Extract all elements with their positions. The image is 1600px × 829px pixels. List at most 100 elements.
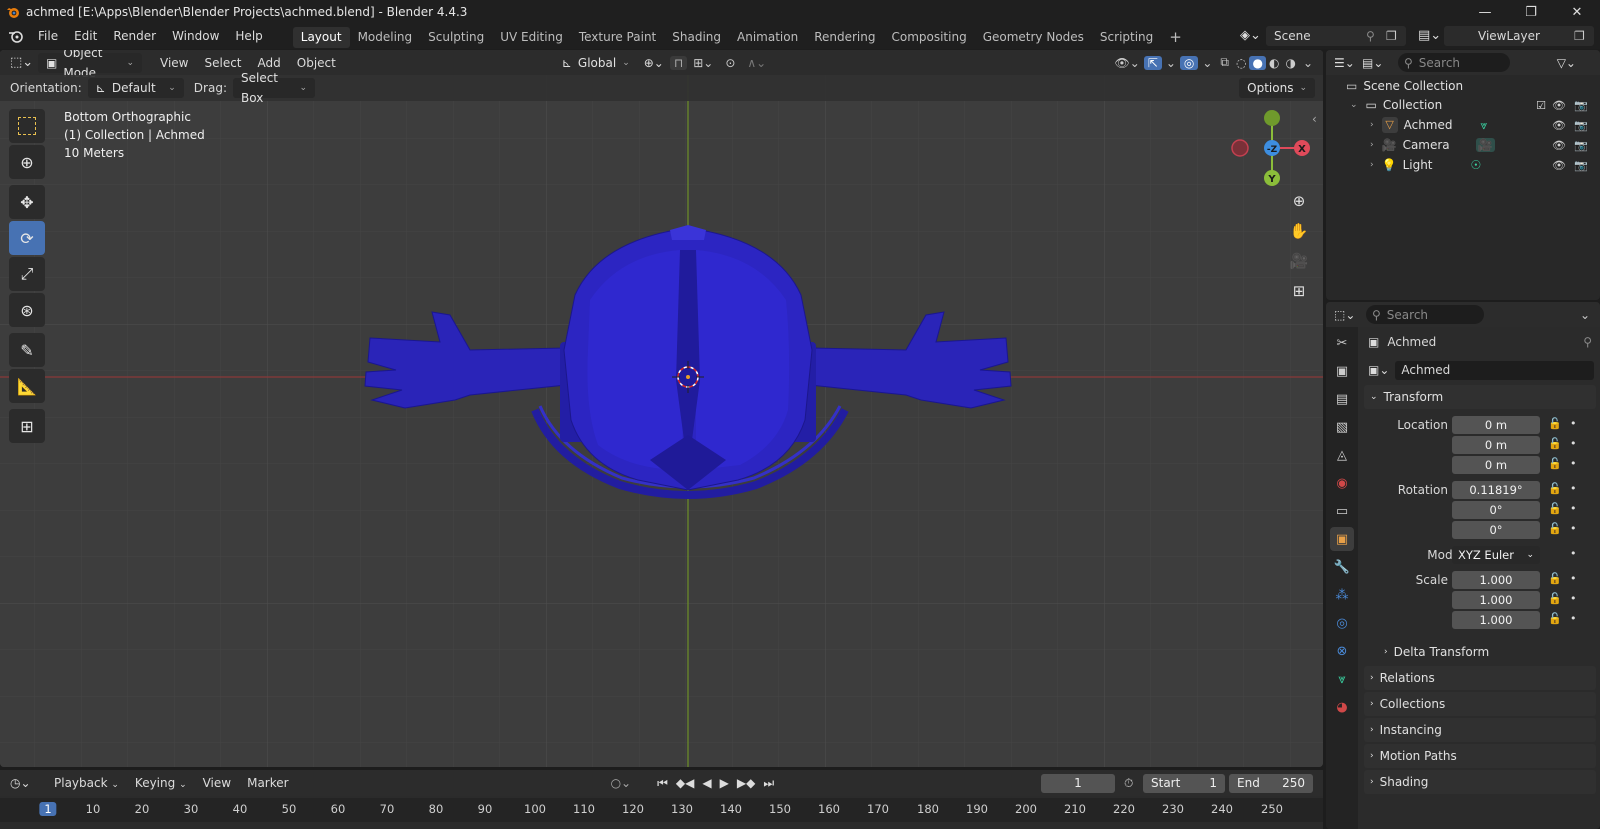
render-camera-icon[interactable]: 📷: [1574, 139, 1588, 152]
add-cube-tool-icon[interactable]: ⊞: [9, 409, 45, 443]
rotate-tool-icon[interactable]: ⟳: [9, 221, 45, 255]
outliner-object-camera[interactable]: › 🎥 Camera 🎥 👁 📷: [1326, 135, 1600, 155]
gizmo-neg-y[interactable]: [1264, 110, 1280, 126]
keyframe-dot-icon[interactable]: •: [1570, 457, 1577, 470]
object-tab-icon[interactable]: ▣: [1330, 527, 1354, 551]
scale-z-field[interactable]: 1.000: [1452, 611, 1540, 629]
keyframe-dot-icon[interactable]: •: [1570, 522, 1577, 535]
lock-icon[interactable]: 🔓: [1548, 482, 1562, 495]
jump-prev-keyframe-icon[interactable]: ◆◀: [672, 776, 698, 790]
timeline-menu-view[interactable]: View: [195, 776, 239, 790]
world-tab-icon[interactable]: ◉: [1330, 471, 1354, 495]
add-workspace-button[interactable]: +: [1161, 27, 1190, 48]
gizmo-dropdown-icon[interactable]: ⌄: [1162, 56, 1180, 70]
timeline-editor-type-icon[interactable]: ◷⌄: [0, 776, 46, 790]
play-reverse-icon[interactable]: ◀: [698, 776, 715, 790]
transform-tool-icon[interactable]: ⊛: [9, 293, 45, 327]
lock-icon[interactable]: 🔓: [1548, 457, 1562, 470]
workspace-tab-rendering[interactable]: Rendering: [806, 27, 883, 48]
new-view-layer-icon[interactable]: ❐: [1574, 29, 1594, 43]
pivot-point-icon[interactable]: ⊕⌄: [638, 56, 670, 70]
outliner-object-achmed[interactable]: › ▽ Achmed ⩔ 👁 📷: [1326, 115, 1600, 135]
expand-arrow-icon[interactable]: ›: [1370, 120, 1374, 130]
view-layer-selector[interactable]: ViewLayer ❐: [1444, 26, 1594, 46]
move-tool-icon[interactable]: ✥: [9, 185, 45, 219]
constraints-tab-icon[interactable]: ⊗: [1330, 639, 1354, 663]
data-tab-icon[interactable]: ⩔: [1330, 667, 1354, 691]
keyframe-dot-icon[interactable]: •: [1570, 437, 1577, 450]
3d-viewport[interactable]: ⬚⌄ ▣ Object Mode ⌄ View Select Add Objec…: [0, 50, 1323, 767]
minimize-button[interactable]: —: [1462, 0, 1508, 24]
object-name-field[interactable]: Achmed: [1395, 360, 1594, 380]
camera-data-icon[interactable]: 🎥: [1475, 138, 1495, 152]
render-camera-icon[interactable]: 📷: [1574, 159, 1588, 172]
pin-icon[interactable]: ⚲: [1583, 335, 1600, 349]
snap-target-icon[interactable]: ⊞⌄: [687, 56, 719, 70]
maximize-button[interactable]: ❐: [1508, 0, 1554, 24]
output-tab-icon[interactable]: ▤: [1330, 387, 1354, 411]
lock-icon[interactable]: 🔓: [1548, 437, 1562, 450]
physics-tab-icon[interactable]: ◎: [1330, 611, 1354, 635]
scene-tab-icon[interactable]: ◬: [1330, 443, 1354, 467]
menu-window[interactable]: Window: [164, 24, 227, 49]
relations-panel[interactable]: › Relations: [1364, 666, 1596, 690]
close-button[interactable]: ✕: [1554, 0, 1600, 24]
delta-transform-panel[interactable]: › Delta Transform: [1364, 640, 1596, 664]
timeline-menu-keying[interactable]: Keying ⌄: [127, 776, 195, 790]
scale-y-field[interactable]: 1.000: [1452, 591, 1540, 609]
motion-paths-panel[interactable]: › Motion Paths: [1364, 744, 1596, 768]
measure-tool-icon[interactable]: 📐: [9, 369, 45, 403]
modifier-tab-icon[interactable]: 🔧: [1330, 555, 1354, 579]
frame-tick-current[interactable]: 1: [39, 802, 57, 816]
pin-icon[interactable]: ⚲: [1366, 29, 1386, 43]
lock-icon[interactable]: 🔓: [1548, 612, 1562, 625]
keyframe-dot-icon[interactable]: •: [1570, 592, 1577, 605]
blender-menu-icon[interactable]: [0, 24, 30, 49]
material-tab-icon[interactable]: ◕: [1330, 695, 1354, 719]
shading-panel[interactable]: › Shading: [1364, 770, 1596, 794]
camera-view-icon[interactable]: 🎥: [1286, 248, 1312, 274]
properties-search-input[interactable]: ⚲ Search: [1366, 305, 1484, 324]
outliner-collection[interactable]: ⌄ ▭ Collection ☑ 👁 📷: [1326, 95, 1600, 115]
keyframe-dot-icon[interactable]: •: [1570, 572, 1577, 585]
tool-tab-icon[interactable]: ✂: [1330, 331, 1354, 355]
mesh-data-icon[interactable]: ⩔: [1481, 118, 1488, 133]
menu-file[interactable]: File: [30, 24, 66, 49]
visibility-eye-icon[interactable]: 👁: [1552, 139, 1566, 152]
outliner-scene-collection[interactable]: ▭ Scene Collection: [1326, 76, 1600, 96]
orientation-dropdown[interactable]: ⊾ Default ⌄: [87, 78, 184, 98]
drag-dropdown[interactable]: Select Box ⌄: [232, 71, 315, 105]
workspace-tab-sculpting[interactable]: Sculpting: [420, 27, 492, 48]
workspace-tab-animation[interactable]: Animation: [729, 27, 806, 48]
lock-icon[interactable]: 🔓: [1548, 592, 1562, 605]
view-layer-icon[interactable]: ▤⌄: [1418, 28, 1442, 46]
properties-editor-type-icon[interactable]: ⬚⌄: [1326, 308, 1366, 322]
outliner-search-input[interactable]: ⚲ Search: [1398, 53, 1510, 72]
snap-toggle-icon[interactable]: ⊓: [669, 55, 688, 70]
workspace-tab-shading[interactable]: Shading: [664, 27, 729, 48]
stopwatch-icon[interactable]: ⏱: [1124, 776, 1133, 791]
viewport-menu-view[interactable]: View: [152, 56, 196, 70]
rotation-mode-dropdown[interactable]: XYZ Euler ⌄: [1452, 546, 1540, 564]
annotate-tool-icon[interactable]: ✎: [9, 333, 45, 367]
gizmo-toggle-icon[interactable]: ⇱: [1143, 55, 1162, 70]
light-data-icon[interactable]: ☉: [1471, 158, 1482, 172]
transform-panel-header[interactable]: ⌄ Transform: [1364, 385, 1596, 409]
location-y-field[interactable]: 0 m: [1452, 436, 1540, 454]
render-camera-icon[interactable]: 📷: [1574, 119, 1588, 132]
jump-next-keyframe-icon[interactable]: ▶◆: [733, 776, 759, 790]
location-x-field[interactable]: 0 m: [1452, 416, 1540, 434]
shading-material-icon[interactable]: ◐: [1266, 56, 1282, 70]
location-z-field[interactable]: 0 m: [1452, 456, 1540, 474]
expand-arrow-icon[interactable]: ›: [1370, 160, 1374, 170]
gizmo-neg-x[interactable]: [1231, 139, 1249, 157]
object-type-icon[interactable]: ▣⌄: [1368, 363, 1389, 377]
record-toggle-icon[interactable]: ○⌄: [607, 776, 636, 790]
end-frame-field[interactable]: End 250: [1229, 774, 1313, 793]
current-frame-field[interactable]: 1: [1041, 774, 1115, 793]
xray-toggle-icon[interactable]: ⧉: [1216, 55, 1233, 70]
shading-wireframe-icon[interactable]: ◌: [1233, 56, 1249, 70]
scene-selector[interactable]: Scene ⚲ ❐: [1266, 26, 1406, 46]
collection-tab-icon[interactable]: ▭: [1330, 499, 1354, 523]
instancing-panel[interactable]: › Instancing: [1364, 718, 1596, 742]
